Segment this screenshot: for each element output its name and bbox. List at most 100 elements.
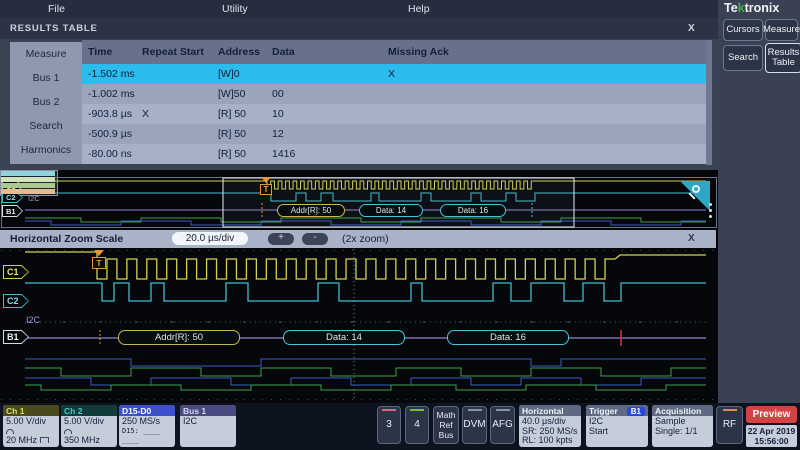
tektronix-logo: Tektronix [724, 1, 798, 16]
results-table-header: TimeRepeat StartAddressDataMissing Ack [82, 40, 710, 64]
main-waveform-canvas[interactable] [1, 249, 717, 401]
digital-group-label[interactable] [0, 170, 58, 196]
time-label: 15:56:00 [746, 436, 797, 446]
cell-missing_ack: X [388, 68, 395, 80]
overview-decode-data2: Data: 16 [440, 204, 506, 217]
column-header: Time [88, 46, 112, 58]
main-trigger-marker-icon[interactable] [94, 250, 104, 256]
cell-address: [R] 50 [218, 128, 246, 140]
probe-icon [6, 429, 14, 434]
results-tab-search[interactable]: Search [10, 114, 82, 138]
cell-time: -500.9 µs [88, 128, 132, 140]
rf-button[interactable]: RF [716, 406, 743, 444]
main-ch2-badge[interactable]: C2 [3, 294, 29, 308]
digital-badge[interactable]: D15-D0 250 MS/s D15: ____ ____ D7 :::: :… [119, 405, 175, 447]
digital-d7-pattern: D7 :::: :::: [122, 446, 172, 448]
results-table-scrollbar[interactable] [706, 40, 712, 165]
results-tab-measure[interactable]: Measure [10, 42, 82, 66]
cell-address: [W]50 [218, 88, 245, 100]
digital-rate: 250 MS/s [122, 417, 172, 427]
trigger-source-chip: B1 [627, 407, 645, 416]
menu-file[interactable]: File [48, 3, 65, 15]
overview-trigger-marker-icon[interactable] [261, 177, 271, 183]
main-decode-address: Addr[R]: 50 [118, 330, 240, 345]
ch3-color-dash [382, 409, 396, 411]
horizontal-badge[interactable]: Horizontal 40.0 µs/div SR: 250 MS/s RL: … [519, 405, 581, 447]
ch3-button[interactable]: 3 [377, 406, 401, 444]
menu-bar: File Utility Help [0, 0, 718, 18]
menu-utility[interactable]: Utility [222, 3, 248, 15]
column-header: Repeat Start [142, 46, 204, 58]
ch2-scale: 5.00 V/div [64, 417, 114, 427]
search-button[interactable]: Search [723, 45, 763, 71]
cell-data: 1416 [272, 148, 295, 160]
menu-help[interactable]: Help [408, 3, 430, 15]
waveform-region: C1 C2 B1 I2C T Addr[R]: 50 Data: 14 Data… [0, 170, 718, 403]
cell-data: 12 [272, 128, 284, 140]
ch1-badge[interactable]: Ch 1 5.00 V/div 20 MHz [3, 405, 59, 447]
zoom-bar-close-icon[interactable]: X [688, 233, 695, 244]
measure-button[interactable]: Measure [765, 19, 798, 41]
results-panel-title: RESULTS TABLE [10, 23, 98, 34]
results-table-button[interactable]: Results Table [765, 43, 800, 73]
main-bus1-badge[interactable]: B1 [3, 330, 29, 344]
rf-color-dash [723, 409, 737, 411]
bus1-type: I2C [183, 417, 233, 427]
results-tab-harmonics[interactable]: Harmonics [10, 138, 82, 162]
main-i2c-label: I2C [26, 315, 40, 325]
overview-i2c-label: I2C [28, 194, 40, 203]
sidebar: Tektronix Cursors Measure Search Results… [718, 0, 800, 403]
cursors-button[interactable]: Cursors [723, 19, 763, 41]
table-row[interactable]: -1.002 ms[W]5000 [82, 84, 710, 104]
ch1-scale: 5.00 V/div [6, 417, 56, 427]
table-row[interactable]: -1.502 ms[W]0X [82, 64, 710, 84]
digital-d15-pattern: D15: ____ ____ [122, 427, 172, 446]
cell-time: -903.8 µs [88, 108, 132, 120]
preview-button[interactable]: Preview [746, 406, 797, 423]
cell-data: 00 [272, 88, 284, 100]
bus1-badge[interactable]: Bus 1 I2C [180, 405, 236, 447]
results-tab-bus-1[interactable]: Bus 1 [10, 66, 82, 90]
overview-trigger-flag[interactable]: T [260, 184, 272, 195]
zoom-magnifier-icon[interactable] [680, 181, 710, 211]
zoom-out-button[interactable]: - [302, 233, 328, 245]
math-ref-bus-button[interactable]: Math Ref Bus [433, 406, 459, 444]
ch2-badge[interactable]: Ch 2 5.00 V/div 350 MHz [61, 405, 117, 447]
afg-dash [496, 409, 510, 411]
overview-bus1-badge[interactable]: B1 [2, 205, 23, 217]
dvm-dash [468, 409, 482, 411]
horizontal-record-length: RL: 100 kpts [522, 436, 578, 446]
cell-address: [W]0 [218, 68, 240, 80]
cell-time: -80.00 ns [88, 148, 132, 160]
overview-decode-address: Addr[R]: 50 [277, 204, 345, 217]
ch4-button[interactable]: 4 [405, 406, 429, 444]
zoom-scale-value[interactable]: 20.0 µs/div [172, 232, 248, 245]
more-options-icon[interactable] [708, 203, 714, 219]
dvm-button[interactable]: DVM [462, 406, 487, 444]
column-header: Data [272, 46, 295, 58]
results-table-panel: RESULTS TABLE X MeasureBus 1Bus 2SearchH… [0, 18, 718, 170]
table-row[interactable]: -903.8 µsX[R] 5010 [82, 104, 710, 124]
zoom-in-button[interactable]: + [268, 233, 294, 245]
cell-address: [R] 50 [218, 148, 246, 160]
zoom-factor-label: (2x zoom) [342, 233, 389, 245]
results-tab-bus-2[interactable]: Bus 2 [10, 90, 82, 114]
overview-decode-data1: Data: 14 [359, 204, 423, 217]
main-ch1-badge[interactable]: C1 [3, 265, 29, 279]
afg-button[interactable]: AFG [490, 406, 515, 444]
acquisition-badge[interactable]: Acquisition Sample Single: 1/1 [652, 405, 713, 447]
ch4-color-dash [410, 409, 424, 411]
acquisition-progress: Single: 1/1 [655, 427, 710, 437]
overview-waveform-canvas[interactable] [1, 177, 717, 228]
main-trigger-flag[interactable]: T [92, 257, 106, 269]
results-panel-titlebar: RESULTS TABLE X [0, 18, 718, 39]
table-row[interactable]: -500.9 µs [R] 50 12 [82, 124, 710, 144]
table-row[interactable]: -80.00 ns [R] 50 1416 [82, 144, 710, 164]
results-table-body: -1.502 ms[W]0X-1.002 ms[W]5000-903.8 µsX… [82, 64, 710, 165]
trigger-badge[interactable]: Trigger B1 I2C Start [586, 405, 648, 447]
bandwidth-icon [40, 437, 49, 443]
zoom-bar-label: Horizontal Zoom Scale [10, 233, 123, 245]
ch1-bandwidth: 20 MHz [6, 435, 37, 445]
results-panel-close-icon[interactable]: X [688, 23, 695, 34]
main-decode-data2: Data: 16 [447, 330, 569, 345]
